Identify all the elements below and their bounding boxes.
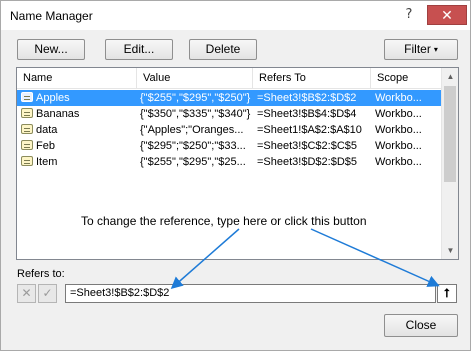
table-row[interactable]: Apples {"$255","$295","$250"} =Sheet3!$B$2… (17, 90, 441, 106)
title-bar: Name Manager ? ✕ (1, 1, 470, 30)
close-button[interactable]: Close (384, 314, 458, 337)
scroll-down-icon[interactable]: ▼ (442, 242, 459, 259)
cell-value: {"$255","$295","$25... (140, 156, 246, 168)
cell-scope: Workbo... (375, 92, 422, 104)
new-button[interactable]: New... (17, 39, 85, 60)
cell-name: data (21, 122, 137, 138)
table-row[interactable]: Feb {"$295";"$250";"$33... =Sheet3!$C$2:$C… (17, 138, 441, 154)
cell-scope: Workbo... (375, 156, 422, 168)
cell-value: {"$255","$295","$250"} (140, 92, 251, 104)
filter-button[interactable]: Filter ▾ (384, 39, 458, 60)
cell-name-text: data (36, 124, 58, 136)
column-header-name[interactable]: Name (17, 68, 137, 89)
cell-name: Apples (21, 90, 137, 106)
scroll-up-icon[interactable]: ▲ (442, 68, 459, 85)
table-row[interactable]: Bananas {"$350","$335","$340"} =Sheet3!$B$… (17, 106, 441, 122)
refers-to-input[interactable]: =Sheet3!$B$2:$D$2 (65, 284, 436, 303)
named-range-icon (21, 140, 33, 150)
edit-button-label: Edit... (123, 42, 155, 56)
named-range-icon (21, 92, 33, 102)
name-manager-dialog: Name Manager ? ✕ New... Edit... Delete F… (0, 0, 471, 351)
new-button-label: New... (34, 42, 68, 56)
collapse-dialog-button[interactable]: ⭡ (437, 284, 457, 303)
cell-value: {"$350","$335","$340"} (140, 108, 251, 120)
close-icon[interactable]: ✕ (427, 5, 467, 25)
named-range-icon (21, 124, 33, 134)
window-title: Name Manager (10, 9, 93, 23)
refers-to-label: Refers to: (17, 268, 65, 280)
cell-scope: Workbo... (375, 108, 422, 120)
cell-refers-to: =Sheet1!$A$2:$A$10 (257, 124, 362, 136)
named-range-icon (21, 156, 33, 166)
column-header-value[interactable]: Value (137, 68, 253, 89)
cell-name-text: Item (36, 156, 58, 168)
cell-refers-to: =Sheet3!$B$2:$D$2 (257, 92, 357, 104)
close-button-label: Close (405, 318, 437, 332)
filter-button-label: Filter (404, 42, 431, 56)
cell-refers-to: =Sheet3!$C$2:$C$5 (257, 140, 357, 152)
scrollbar-thumb[interactable] (444, 86, 456, 182)
delete-button[interactable]: Delete (189, 39, 257, 60)
cell-name-text: Apples (36, 92, 70, 104)
vertical-scrollbar[interactable]: ▲ ▼ (441, 68, 458, 259)
names-list[interactable]: Name Value Refers To Scope Apples {"$255"… (16, 67, 459, 260)
column-header-scope[interactable]: Scope (371, 68, 441, 89)
column-header-refers-to[interactable]: Refers To (253, 68, 371, 89)
cell-scope: Workbo... (375, 124, 422, 136)
edit-button[interactable]: Edit... (105, 39, 173, 60)
cell-name: Feb (21, 138, 137, 154)
help-icon[interactable]: ? (395, 5, 423, 25)
table-row[interactable]: data {"Apples";"Oranges... =Sheet1!$A$2:$A… (17, 122, 441, 138)
delete-button-label: Delete (205, 42, 241, 56)
list-header: Name Value Refers To Scope (17, 68, 441, 89)
table-row[interactable]: Item {"$255","$295","$25... =Sheet3!$D$2:$… (17, 154, 441, 170)
chevron-down-icon: ▾ (433, 45, 438, 54)
cell-refers-to: =Sheet3!$B$4:$D$4 (257, 108, 357, 120)
commit-edit-icon[interactable]: ✓ (38, 284, 57, 303)
cell-name-text: Feb (36, 140, 55, 152)
cancel-edit-icon[interactable]: ✕ (17, 284, 36, 303)
cell-name: Item (21, 154, 137, 170)
cell-value: {"Apples";"Oranges... (140, 124, 244, 136)
cell-scope: Workbo... (375, 140, 422, 152)
cell-value: {"$295";"$250";"$33... (140, 140, 246, 152)
cell-refers-to: =Sheet3!$D$2:$D$5 (257, 156, 357, 168)
cell-name-text: Bananas (36, 108, 80, 120)
cell-name: Bananas (21, 106, 137, 122)
annotation-text: To change the reference, type here or cl… (81, 214, 367, 228)
named-range-icon (21, 108, 33, 118)
